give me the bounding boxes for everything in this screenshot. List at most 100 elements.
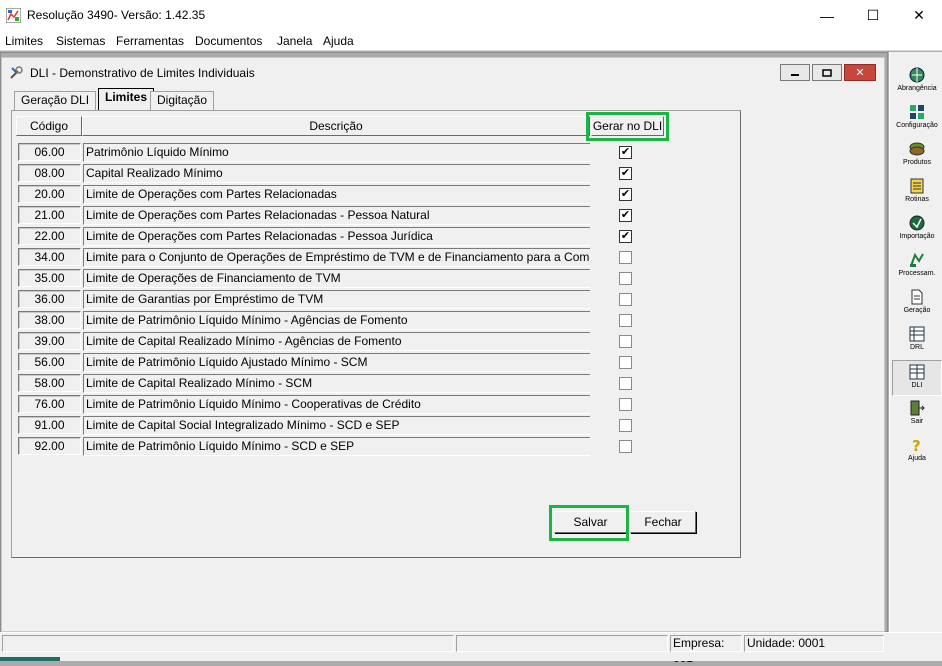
table-row[interactable]: 22.00 Limite de Operações com Partes Rela…: [16, 226, 666, 247]
table-row[interactable]: 35.00 Limite de Operações de Financiament…: [16, 268, 666, 289]
gerar-checkbox[interactable]: ✔: [619, 209, 632, 222]
cell-description: Limite de Operações com Partes Relaciona…: [83, 185, 590, 204]
cell-description: Limite de Patrimônio Líquido Mínimo - Co…: [83, 395, 590, 414]
table-row[interactable]: 39.00 Limite de Capital Realizado Mínimo …: [16, 331, 666, 352]
gerar-checkbox[interactable]: ✔: [619, 167, 632, 180]
toolbar-drl[interactable]: DRL: [892, 323, 942, 359]
table-row[interactable]: 21.00 Limite de Operações com Partes Rela…: [16, 205, 666, 226]
cell-description: Limite de Operações com Partes Relaciona…: [83, 227, 590, 246]
status-panel-mid: [456, 635, 668, 652]
gerar-checkbox[interactable]: [619, 293, 632, 306]
menu-documentos[interactable]: Documentos: [195, 34, 262, 48]
exit-icon: [910, 400, 925, 416]
toolbar-sair[interactable]: Sair: [892, 397, 942, 433]
cell-description: Limite de Capital Social Integralizado M…: [83, 416, 590, 435]
menu-ferramentas[interactable]: Ferramentas: [116, 34, 184, 48]
cell-code: 20.00: [18, 185, 81, 203]
right-toolbar: Abrangência Configuração Produtos Rotina…: [889, 52, 942, 632]
toolbar-importacao[interactable]: Importação: [892, 212, 942, 248]
cell-description: Limite de Capital Realizado Mínimo - Agê…: [83, 332, 590, 351]
menubar: Limites Sistemas Ferramentas Documentos …: [0, 31, 942, 51]
minimize-icon: [791, 73, 799, 76]
tab-limites[interactable]: Limites: [98, 88, 155, 111]
cell-code: 56.00: [18, 353, 81, 371]
status-bar: Empresa: 001 Unidade: 0001: [0, 632, 942, 665]
header-desc[interactable]: Descrição: [82, 116, 590, 136]
child-minimize-button[interactable]: [780, 64, 810, 81]
table-row[interactable]: 91.00 Limite de Capital Social Integraliz…: [16, 415, 666, 436]
cell-code: 35.00: [18, 269, 81, 287]
toolbar-configuracao[interactable]: Configuração: [892, 101, 942, 137]
table-row[interactable]: 08.00 Capital Realizado Mínimo ✔: [16, 163, 666, 184]
toolbar-produtos[interactable]: Produtos: [892, 138, 942, 174]
table-row[interactable]: 34.00 Limite para o Conjunto de Operações…: [16, 247, 666, 268]
gerar-checkbox[interactable]: [619, 335, 632, 348]
maximize-icon: ☐: [866, 7, 880, 23]
cell-code: 39.00: [18, 332, 81, 350]
cell-code: 92.00: [18, 437, 81, 455]
gerar-checkbox[interactable]: ✔: [619, 188, 632, 201]
status-empresa: Empresa: 001: [670, 635, 742, 665]
table-row[interactable]: 92.00 Limite de Patrimônio Líquido Mínimo…: [16, 436, 666, 457]
table-row[interactable]: 56.00 Limite de Patrimônio Líquido Ajusta…: [16, 352, 666, 373]
toolbar-abrangencia[interactable]: Abrangência: [892, 64, 942, 100]
toolbar-dli[interactable]: DLI: [892, 360, 942, 396]
cell-code: 38.00: [18, 311, 81, 329]
header-code[interactable]: Código: [16, 116, 82, 136]
menu-ajuda[interactable]: Ajuda: [323, 34, 354, 48]
minimize-icon: —: [820, 7, 834, 24]
tab-geracao-dli[interactable]: Geração DLI: [14, 91, 97, 110]
gerar-checkbox[interactable]: [619, 314, 632, 327]
table-row[interactable]: 36.00 Limite de Garantias por Empréstimo …: [16, 289, 666, 310]
menu-sistemas[interactable]: Sistemas: [56, 34, 105, 48]
gerar-checkbox[interactable]: ✔: [619, 146, 632, 159]
cell-description: Patrimônio Líquido Mínimo: [83, 143, 590, 162]
fechar-button[interactable]: Fechar: [630, 511, 696, 533]
tools-icon: [10, 66, 23, 79]
products-icon: [909, 142, 925, 156]
gerar-checkbox[interactable]: [619, 419, 632, 432]
toolbar-rotinas[interactable]: Rotinas: [892, 175, 942, 211]
toolbar-ajuda[interactable]: ? Ajuda: [892, 434, 942, 470]
toolbar-geracao[interactable]: Geração: [892, 286, 942, 322]
limits-grid: Código Descrição Gerar no DLI 06.00 Patri…: [16, 112, 669, 457]
table-row[interactable]: 06.00 Patrimônio Líquido Mínimo ✔: [16, 142, 666, 163]
svg-text:?: ?: [912, 437, 921, 453]
cell-description: Limite de Patrimônio Líquido Ajustado Mí…: [83, 353, 590, 372]
gerar-checkbox[interactable]: [619, 356, 632, 369]
maximize-button[interactable]: ☐: [850, 0, 896, 31]
table-row[interactable]: 58.00 Limite de Capital Realizado Mínimo …: [16, 373, 666, 394]
table-row[interactable]: 20.00 Limite de Operações com Partes Rela…: [16, 184, 666, 205]
cell-code: 21.00: [18, 206, 81, 224]
close-button[interactable]: ✕: [896, 0, 942, 31]
gerar-checkbox[interactable]: [619, 272, 632, 285]
status-panel-main: [2, 635, 454, 652]
child-title: DLI - Demonstrativo de Limites Individua…: [30, 66, 255, 80]
highlight-save: [549, 505, 629, 541]
highlight-gerar-no-dli: [586, 112, 669, 141]
close-icon: ✕: [913, 7, 925, 23]
cell-description: Limite de Patrimônio Líquido Mínimo - SC…: [83, 437, 590, 456]
child-maximize-button[interactable]: [812, 64, 842, 81]
menu-janela[interactable]: Janela: [277, 34, 312, 48]
tab-digitacao[interactable]: Digitação: [150, 91, 215, 110]
cell-code: 36.00: [18, 290, 81, 308]
globe-icon: [909, 67, 925, 83]
child-close-button[interactable]: ✕: [844, 64, 876, 81]
gerar-checkbox[interactable]: [619, 251, 632, 264]
gerar-checkbox[interactable]: [619, 398, 632, 411]
child-window: DLI - Demonstrativo de Limites Individua…: [1, 57, 885, 632]
gerar-checkbox[interactable]: [619, 440, 632, 453]
table-row[interactable]: 76.00 Limite de Patrimônio Líquido Mínimo…: [16, 394, 666, 415]
gerar-checkbox[interactable]: [619, 377, 632, 390]
minimize-button[interactable]: —: [804, 0, 850, 31]
child-titlebar: DLI - Demonstrativo de Limites Individua…: [2, 58, 884, 86]
dli-icon: [909, 364, 925, 380]
import-icon: [909, 215, 925, 231]
table-row[interactable]: 38.00 Limite de Patrimônio Líquido Mínimo…: [16, 310, 666, 331]
toolbar-processam[interactable]: Processam.: [892, 249, 942, 285]
menu-limites[interactable]: Limites: [5, 34, 43, 48]
cell-description: Limite de Operações de Financiamento de …: [83, 269, 590, 288]
gerar-checkbox[interactable]: ✔: [619, 230, 632, 243]
status-unidade: Unidade: 0001: [744, 635, 884, 652]
